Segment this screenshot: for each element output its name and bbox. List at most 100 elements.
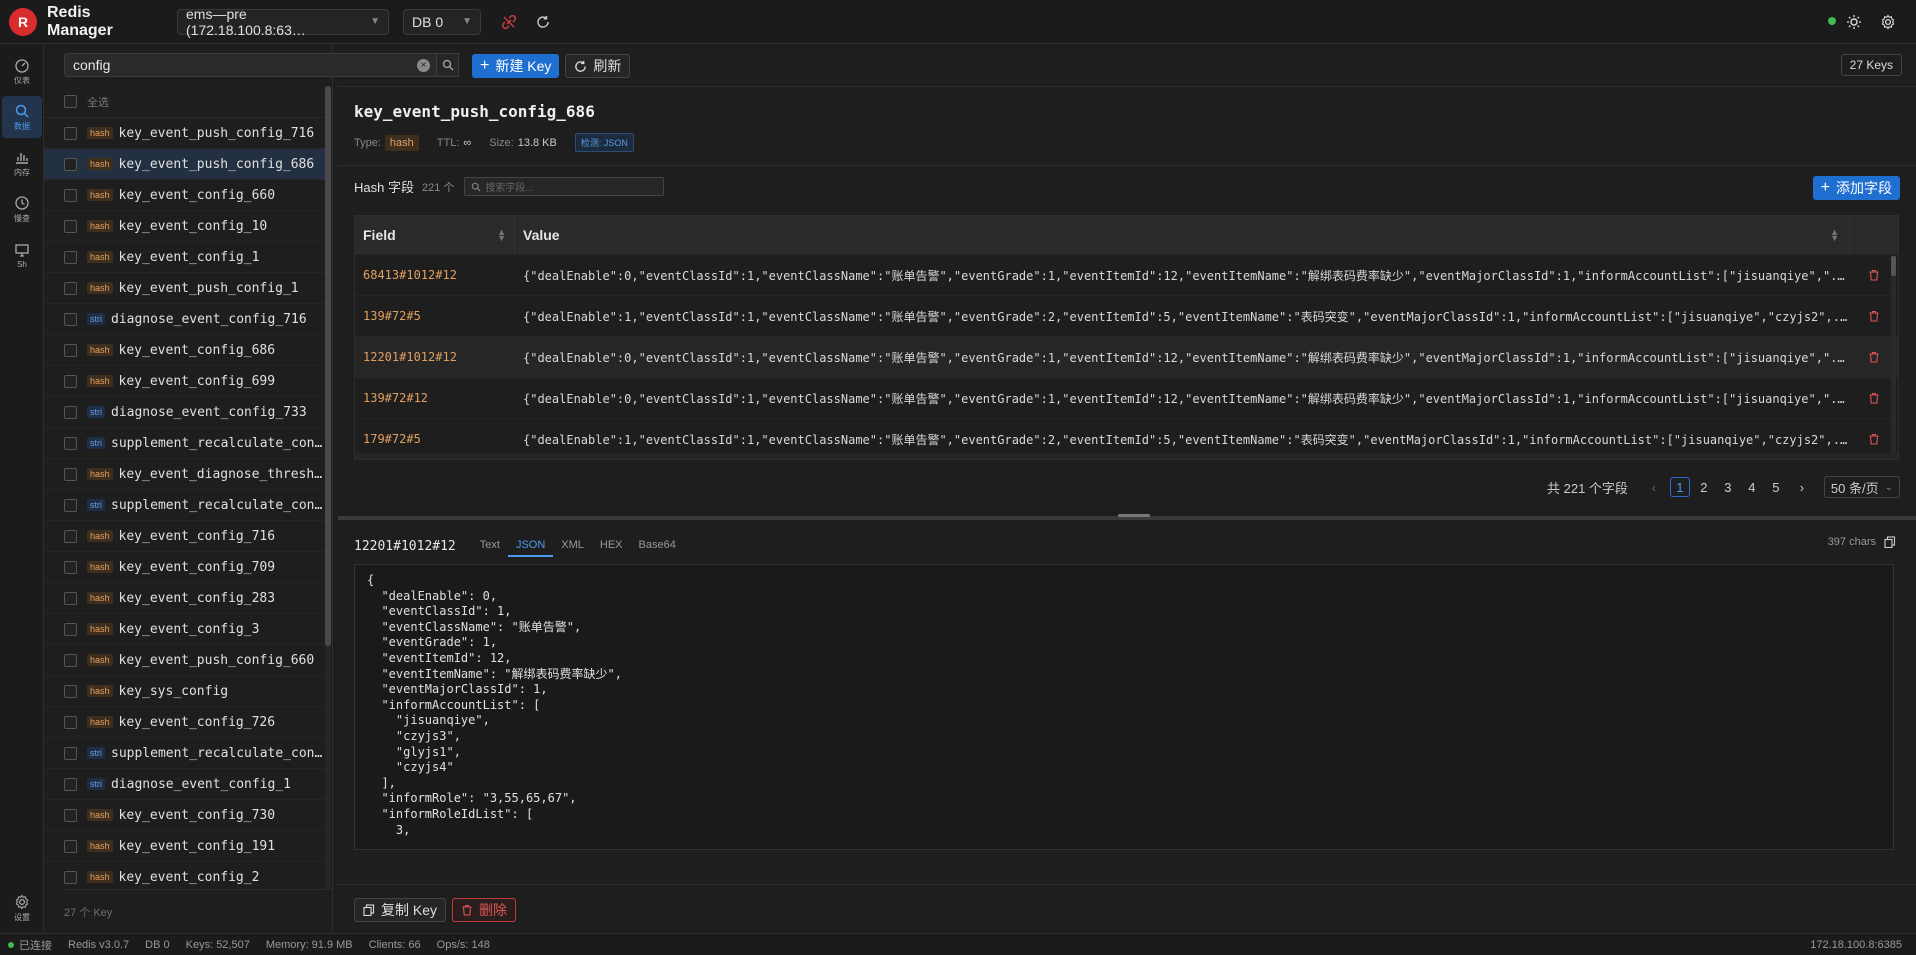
key-list-item[interactable]: hash key_event_config_730 [44,800,325,831]
field-search-input[interactable]: 搜索字段... [464,177,665,196]
key-list-item[interactable]: stri supplement_recalculate_con… [44,490,325,521]
key-list-item[interactable]: hash key_event_config_686 [44,335,325,366]
add-field-button[interactable]: + 添加字段 [1812,176,1900,200]
key-checkbox[interactable] [64,839,77,853]
page-button[interactable]: 4 [1742,477,1762,497]
key-checkbox[interactable] [64,126,77,140]
table-horizontal-scrollbar[interactable] [355,453,1898,459]
key-checkbox[interactable] [64,467,77,481]
key-list-item[interactable]: hash key_event_push_config_686 [44,149,325,180]
key-list-item[interactable]: hash key_event_config_699 [44,366,325,397]
next-page-icon[interactable]: › [1792,477,1812,497]
value-cell[interactable]: {"dealEnable":0,"eventClassId":1,"eventC… [515,349,1850,366]
key-list-item[interactable]: stri supplement_recalculate_con… [44,738,325,769]
select-all-checkbox[interactable] [64,95,77,108]
field-cell[interactable]: 139#72#5 [355,309,515,323]
format-tab[interactable]: JSON [507,535,554,557]
key-checkbox[interactable] [64,281,77,295]
key-checkbox[interactable] [64,498,77,512]
key-list-item[interactable]: stri diagnose_event_config_733 [44,397,325,428]
key-checkbox[interactable] [64,591,77,605]
key-list-item[interactable]: hash key_event_config_10 [44,211,325,242]
scrollbar-thumb[interactable] [1891,256,1896,276]
search-button[interactable] [437,53,459,77]
key-checkbox[interactable] [64,653,77,667]
key-list-item[interactable]: stri diagnose_event_config_1 [44,769,325,800]
page-button[interactable]: 2 [1694,477,1714,497]
key-checkbox[interactable] [64,436,77,450]
key-checkbox[interactable] [64,808,77,822]
disconnect-icon[interactable] [497,10,521,34]
table-scrollbar[interactable] [1891,256,1896,456]
key-checkbox[interactable] [64,157,77,171]
clear-icon[interactable]: × [417,59,430,72]
nav-settings[interactable]: 设置 [2,887,42,929]
select-all-row[interactable]: 全选 [44,86,333,118]
nav-data[interactable]: 数据 [2,96,42,138]
key-checkbox[interactable] [64,343,77,357]
table-row[interactable]: 12201#1012#12 {"dealEnable":0,"eventClass… [355,336,1898,377]
json-viewer[interactable]: { "dealEnable": 0, "eventClassId": 1, "e… [354,564,1894,850]
key-list-item[interactable]: hash key_event_diagnose_thresh… [44,459,325,490]
key-list-item[interactable]: hash key_event_config_660 [44,180,325,211]
nav-shell[interactable]: Sh [2,234,42,276]
key-checkbox[interactable] [64,715,77,729]
format-tab[interactable]: HEX [592,535,631,557]
key-list-item[interactable]: hash key_event_push_config_716 [44,118,325,149]
scrollbar-thumb[interactable] [325,86,331,646]
field-cell[interactable]: 139#72#12 [355,391,515,405]
value-cell[interactable]: {"dealEnable":0,"eventClassId":1,"eventC… [515,390,1850,407]
value-cell[interactable]: {"dealEnable":1,"eventClassId":1,"eventC… [515,308,1850,325]
settings-gear-icon[interactable] [1876,10,1900,34]
key-checkbox[interactable] [64,250,77,264]
page-button[interactable]: 5 [1766,477,1786,497]
key-list-item[interactable]: hash key_event_push_config_1 [44,273,325,304]
db-select[interactable]: DB 0 ▼ [403,8,481,35]
value-column-header[interactable]: Value ▲ ▼ [515,216,1850,254]
value-cell[interactable]: {"dealEnable":1,"eventClassId":1,"eventC… [515,431,1850,448]
key-list-item[interactable]: hash key_event_config_2 [44,862,325,889]
nav-memory[interactable]: 内存 [2,142,42,184]
key-checkbox[interactable] [64,622,77,636]
key-list-item[interactable]: hash key_event_config_283 [44,583,325,614]
key-list-item[interactable]: stri supplement_recalculate_con… [44,428,325,459]
search-input[interactable]: config × [64,53,437,77]
field-column-header[interactable]: Field ▲ ▼ [355,216,515,254]
nav-dashboard[interactable]: 仪表 [2,50,42,92]
key-list-item[interactable]: hash key_event_config_716 [44,521,325,552]
theme-toggle-icon[interactable] [1842,10,1866,34]
key-checkbox[interactable] [64,188,77,202]
key-list-item[interactable]: hash key_event_config_1 [44,242,325,273]
key-list-item[interactable]: hash key_event_config_191 [44,831,325,862]
table-row[interactable]: 139#72#5 {"dealEnable":1,"eventClassId":1… [355,295,1898,336]
nav-slowlog[interactable]: 慢查 [2,188,42,230]
key-checkbox[interactable] [64,405,77,419]
copy-key-button[interactable]: 复制 Key [354,898,447,922]
key-checkbox[interactable] [64,777,77,791]
field-cell[interactable]: 179#72#5 [355,432,515,446]
key-list-item[interactable]: hash key_event_config_3 [44,614,325,645]
connection-select[interactable]: ems—pre (172.18.100.8:63… ▼ [177,6,389,38]
key-checkbox[interactable] [64,312,77,326]
refresh-button[interactable]: 刷新 [565,54,631,78]
format-tab[interactable]: XML [553,535,592,557]
format-tab[interactable]: Text [472,535,508,557]
copy-icon[interactable] [1884,536,1896,548]
key-checkbox[interactable] [64,560,77,574]
delete-key-button[interactable]: 删除 [452,898,517,922]
key-list-item[interactable]: hash key_event_config_709 [44,552,325,583]
page-size-select[interactable]: 50 条/页 ⌄ [1823,476,1900,498]
page-button[interactable]: 3 [1718,477,1738,497]
prev-page-icon[interactable]: ‹ [1644,477,1664,497]
key-list-scrollbar[interactable] [325,86,331,889]
key-checkbox[interactable] [64,219,77,233]
key-checkbox[interactable] [64,374,77,388]
field-cell[interactable]: 12201#1012#12 [355,350,515,364]
key-checkbox[interactable] [64,684,77,698]
new-key-button[interactable]: + 新建 Key [472,54,560,78]
field-cell[interactable]: 68413#1012#12 [355,268,515,282]
splitter-grip[interactable] [1118,514,1150,517]
value-cell[interactable]: {"dealEnable":0,"eventClassId":1,"eventC… [515,267,1850,284]
key-checkbox[interactable] [64,746,77,760]
page-button[interactable]: 1 [1669,477,1690,497]
